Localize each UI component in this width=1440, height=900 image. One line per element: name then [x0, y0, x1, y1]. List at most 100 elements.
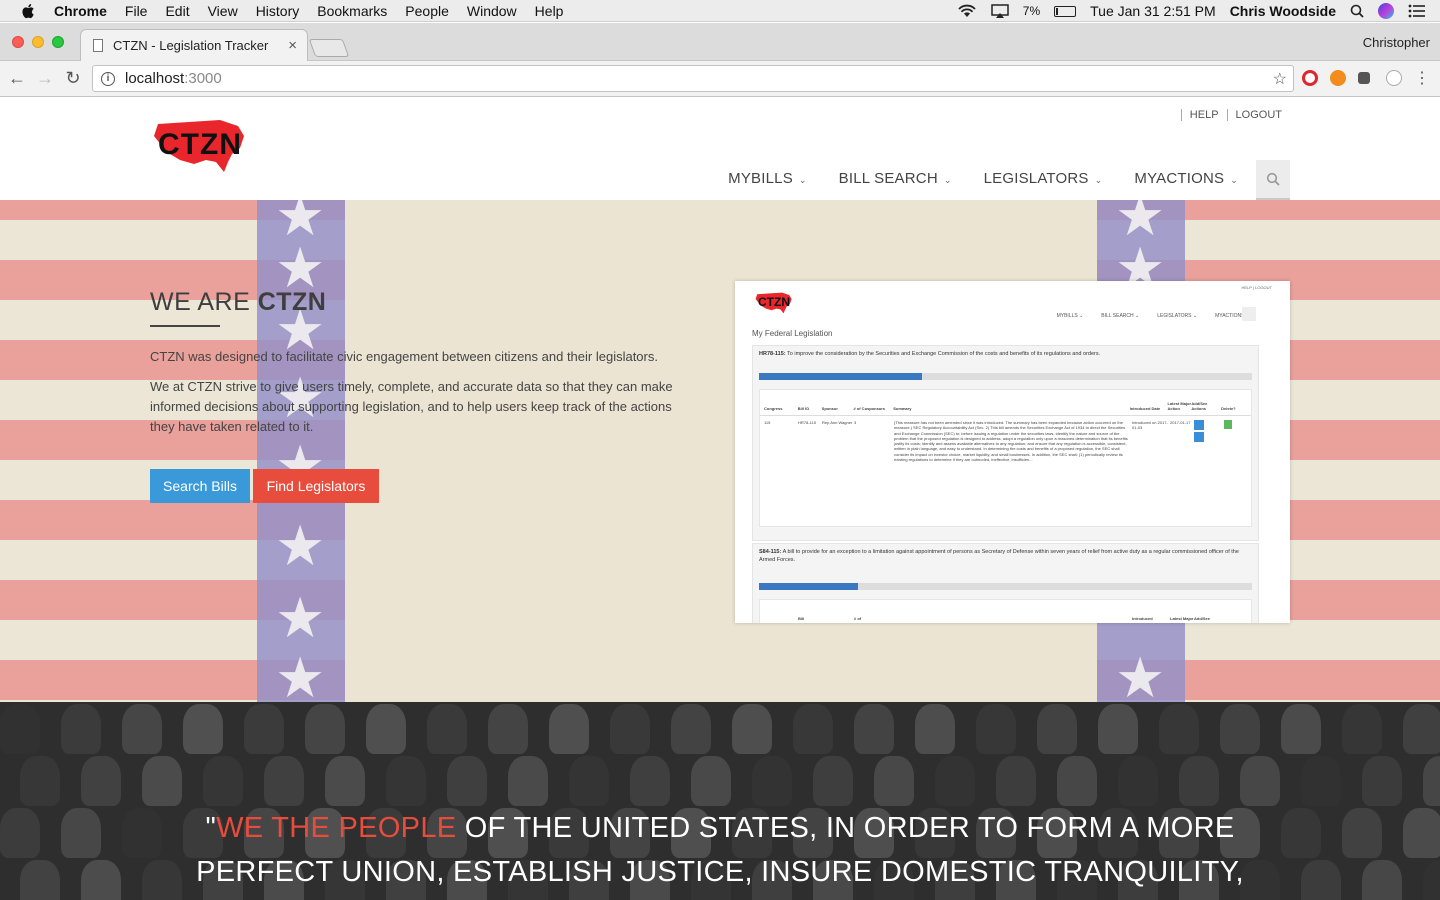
face-photo	[854, 704, 894, 754]
browser-tab-active[interactable]: CTZN - Legislation Tracker ×	[80, 29, 308, 61]
face-photo	[1301, 756, 1341, 806]
menu-people[interactable]: People	[405, 3, 449, 19]
siri-icon[interactable]	[1378, 3, 1394, 19]
face-photo	[142, 756, 182, 806]
search-icon	[1266, 172, 1280, 186]
preview-heading: My Federal Legislation	[752, 329, 833, 338]
tab-close-icon[interactable]: ×	[288, 37, 297, 54]
address-bar[interactable]: i localhost :3000 ☆	[92, 65, 1294, 92]
face-photo	[935, 756, 975, 806]
menu-view[interactable]: View	[208, 3, 238, 19]
find-legislators-button[interactable]: Find Legislators	[253, 469, 379, 503]
wifi-icon[interactable]	[957, 4, 977, 18]
star-column-left: ★ ★ ★ ★ ★ ★ ★ ★	[257, 200, 345, 702]
apple-icon[interactable]	[20, 2, 38, 20]
opera-extension-icon[interactable]	[1302, 70, 1318, 86]
web-page: CTZN HELP LOGOUT MYBILLS ⌄ BILL SEARCH ⌄ L…	[0, 98, 1440, 900]
main-navigation: MYBILLS ⌄ BILL SEARCH ⌄ LEGISLATORS ⌄ MYACT…	[728, 160, 1290, 200]
hero-title-brand: CTZN	[257, 288, 327, 316]
preview-col: # of	[854, 616, 862, 621]
preview-bill-id: S84-115:	[759, 549, 782, 555]
face-photo	[813, 756, 853, 806]
logout-link[interactable]: LOGOUT	[1226, 109, 1290, 121]
menubar-user[interactable]: Chris Woodside	[1230, 3, 1336, 19]
preview-col: Latest Major Action	[1167, 401, 1192, 411]
menu-window[interactable]: Window	[467, 3, 517, 19]
airplay-icon[interactable]	[991, 4, 1009, 18]
preview-col: Congress	[764, 406, 783, 411]
preview-nav: MYBILLS ⌄ BILL SEARCH ⌄ LEGISLATORS ⌄ MY…	[1039, 313, 1250, 319]
face-photo	[386, 756, 426, 806]
nav-mybills-label: MYBILLS	[728, 170, 793, 187]
menu-app-chrome[interactable]: Chrome	[54, 3, 107, 19]
gray-extension-icon[interactable]	[1386, 70, 1402, 86]
preview-table-header: Bill # of Introduced Latest Major Add/Se…	[760, 600, 1251, 623]
spotlight-search-icon[interactable]	[1350, 4, 1364, 18]
browser-tab-strip: CTZN - Legislation Tracker × Christopher	[0, 23, 1440, 61]
new-tab-button[interactable]	[308, 39, 350, 57]
preview-logo: CTZN	[755, 292, 792, 314]
orange-extension-icon[interactable]	[1330, 70, 1346, 86]
face-photo	[691, 756, 731, 806]
profile-name[interactable]: Christopher	[1363, 35, 1430, 50]
url-port: :3000	[184, 70, 222, 87]
nav-mybills[interactable]: MYBILLS ⌄	[728, 160, 807, 200]
notification-center-icon[interactable]	[1408, 4, 1426, 18]
face-photo	[183, 704, 223, 754]
preview-col: Summary	[893, 406, 912, 411]
search-bills-button[interactable]: Search Bills	[150, 469, 250, 503]
puzzle-extension-icon[interactable]	[1358, 72, 1370, 84]
minimize-window-button[interactable]	[32, 36, 44, 48]
face-photo	[610, 704, 650, 754]
face-photo	[122, 704, 162, 754]
menu-history[interactable]: History	[256, 3, 300, 19]
face-photo	[1281, 704, 1321, 754]
preview-nav-item: LEGISLATORS ⌄	[1157, 313, 1198, 319]
help-link[interactable]: HELP	[1180, 109, 1227, 121]
site-search-button[interactable]	[1256, 160, 1290, 200]
preview-progress-fill	[759, 373, 922, 380]
chevron-down-icon: ⌄	[798, 175, 807, 185]
face-photo	[81, 756, 121, 806]
preview-logo-text: CTZN	[758, 295, 790, 309]
ctzn-logo[interactable]: CTZN	[150, 116, 250, 176]
maximize-window-button[interactable]	[52, 36, 64, 48]
preview-cell-congress: 115	[764, 420, 771, 425]
preview-col: Bill	[798, 616, 805, 621]
chevron-down-icon: ⌄	[1230, 175, 1238, 185]
nav-bill-search[interactable]: BILL SEARCH ⌄	[839, 160, 952, 200]
preview-bill-header: S84-115: A bill to provide for an except…	[753, 544, 1258, 568]
face-photo	[447, 756, 487, 806]
preview-nav-item: BILL SEARCH ⌄	[1101, 313, 1140, 319]
menu-help[interactable]: Help	[535, 3, 564, 19]
utility-links: HELP LOGOUT	[1180, 109, 1290, 121]
clock[interactable]: Tue Jan 31 2:51 PM	[1090, 3, 1216, 19]
reload-icon[interactable]: ↻	[62, 68, 84, 89]
preview-bill-header: HR78-115: To improve the consideration b…	[753, 346, 1258, 362]
battery-icon[interactable]	[1054, 5, 1077, 17]
face-photo	[915, 704, 955, 754]
face-photo	[1403, 704, 1440, 754]
menu-bookmarks[interactable]: Bookmarks	[317, 3, 387, 19]
preview-col: Introduced	[1132, 616, 1153, 621]
preview-table-header: Congress Bill ID Sponsor # of Cosponsors…	[760, 390, 1251, 416]
preview-bill-id: HR78-115:	[759, 351, 786, 357]
hero-title: WE ARE CTZN	[150, 288, 326, 317]
preview-col: Latest Major	[1170, 616, 1194, 621]
site-info-icon[interactable]: i	[101, 71, 115, 86]
bookmark-star-icon[interactable]: ☆	[1273, 69, 1287, 89]
nav-legislators[interactable]: LEGISLATORS ⌄	[984, 160, 1103, 200]
preview-col: Add/See Actions	[1191, 401, 1208, 411]
face-photo	[61, 704, 101, 754]
close-window-button[interactable]	[12, 36, 24, 48]
quote-open-mark: "	[205, 812, 217, 844]
menu-edit[interactable]: Edit	[165, 3, 189, 19]
chrome-menu-icon[interactable]: ⋮	[1411, 68, 1433, 88]
quote-line-1: "WE THE PEOPLE OF THE UNITED STATES, IN …	[0, 806, 1440, 850]
forward-arrow-icon[interactable]: →	[34, 68, 56, 89]
back-arrow-icon[interactable]: ←	[6, 68, 28, 89]
menu-file[interactable]: File	[125, 3, 148, 19]
face-photo	[671, 704, 711, 754]
nav-myactions[interactable]: MYACTIONS ⌄	[1134, 160, 1238, 200]
preview-progress-bar	[759, 373, 1252, 380]
